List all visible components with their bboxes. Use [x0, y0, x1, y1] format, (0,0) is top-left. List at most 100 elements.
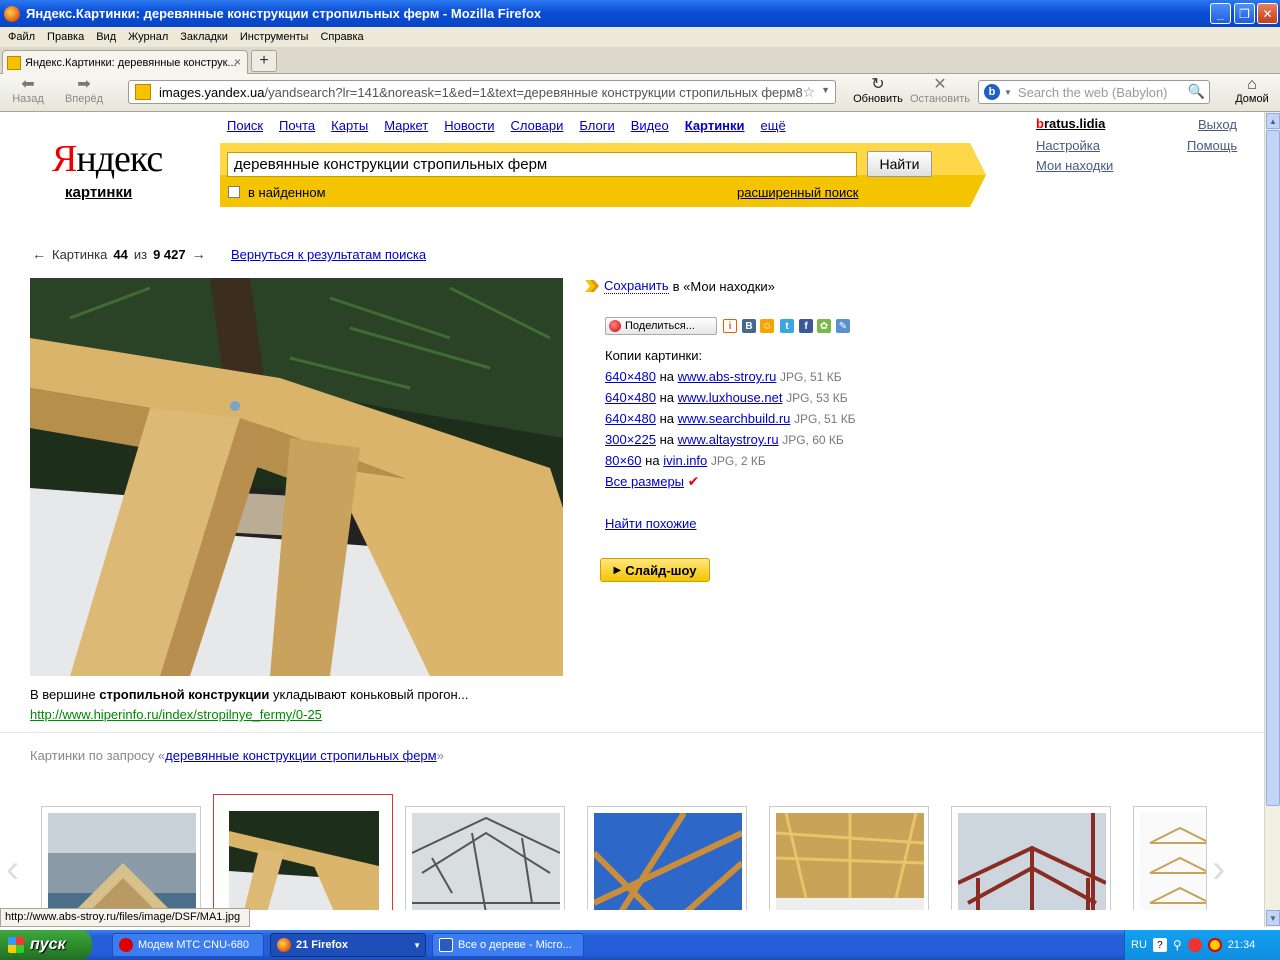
home-button[interactable]: ⌂ Домой [1226, 76, 1278, 105]
copy-site-link[interactable]: www.searchbuild.ru [678, 411, 791, 426]
service-video[interactable]: Видео [631, 118, 669, 133]
thumbs-prev-arrow[interactable]: ‹ [6, 847, 19, 892]
thumbnail[interactable] [405, 806, 565, 910]
service-dictionaries[interactable]: Словари [511, 118, 564, 133]
menu-view[interactable]: Вид [90, 31, 122, 43]
start-button[interactable]: пуск [0, 930, 92, 960]
twitter-icon[interactable]: t [780, 319, 794, 333]
thumbnail[interactable] [1133, 806, 1207, 910]
main-picture[interactable] [30, 278, 563, 676]
copy-site-link[interactable]: ivin.info [663, 453, 707, 468]
service-blogs[interactable]: Блоги [579, 118, 614, 133]
network-icon[interactable]: ⚲ [1173, 938, 1182, 952]
moi-mir-icon[interactable]: ☺ [760, 319, 774, 333]
forward-label: Вперёд [64, 93, 104, 105]
tray-app-icon[interactable] [1207, 938, 1222, 952]
close-button[interactable]: ✕ [1257, 3, 1278, 24]
yandex-logo[interactable]: Яндекс [52, 137, 163, 181]
vkontakte-icon[interactable]: В [742, 319, 756, 333]
all-sizes-link[interactable]: Все размеры [605, 474, 684, 489]
thumbnail[interactable] [587, 806, 747, 910]
word-icon [439, 938, 453, 952]
vertical-scrollbar[interactable]: ▲ ▼ [1264, 112, 1280, 927]
prev-picture-arrow[interactable]: ← [32, 246, 46, 262]
service-more[interactable]: ещё [761, 118, 786, 133]
thumbnail[interactable] [951, 806, 1111, 910]
back-button[interactable]: ⬅ Назад [2, 76, 54, 105]
copy-size-link[interactable]: 640×480 [605, 369, 656, 384]
find-button[interactable]: Найти [867, 151, 932, 177]
search-icon[interactable]: 🔍 [1188, 83, 1205, 100]
service-search[interactable]: Поиск [227, 118, 263, 133]
thumbnail-selected[interactable] [213, 794, 393, 910]
search-input[interactable]: деревянные конструкции стропильных ферм [227, 152, 857, 177]
stop-button[interactable]: ✕ Остановить [906, 76, 974, 105]
task-firefox[interactable]: 21 Firefox ▼ [270, 933, 426, 957]
url-dropdown-icon[interactable]: ▼ [821, 85, 830, 95]
task-label: Модем МТС CNU-680 [138, 939, 250, 951]
friendfeed-icon[interactable]: ✿ [817, 319, 831, 333]
menu-file[interactable]: Файл [2, 31, 41, 43]
scroll-down-icon[interactable]: ▼ [1266, 910, 1280, 926]
copy-size-link[interactable]: 80×60 [605, 453, 642, 468]
tab-close-icon[interactable]: × [234, 55, 241, 69]
images-service-link[interactable]: картинки [65, 184, 132, 201]
save-link[interactable]: Сохранить [604, 278, 669, 294]
service-maps[interactable]: Карты [331, 118, 368, 133]
copy-size-link[interactable]: 640×480 [605, 411, 656, 426]
logout-link[interactable]: Выход [1198, 117, 1237, 132]
advanced-search-link[interactable]: расширенный поиск [737, 185, 858, 200]
forward-button[interactable]: ➡ Вперёд [58, 76, 110, 105]
next-picture-arrow[interactable]: → [192, 246, 206, 262]
arrow-left-icon: ⬅ [21, 76, 35, 93]
slideshow-button[interactable]: ▶ Слайд-шоу [600, 558, 710, 582]
service-images[interactable]: Картинки [685, 118, 745, 133]
url-bar[interactable]: images.yandex.ua /yandsearch?lr=141&nore… [128, 80, 836, 104]
back-to-results-link[interactable]: Вернуться к результатам поиска [231, 247, 426, 262]
livejournal-icon[interactable]: ✎ [836, 319, 850, 333]
reload-button[interactable]: ↻ Обновить [850, 76, 906, 105]
copy-site-link[interactable]: www.altaystroy.ru [678, 432, 779, 447]
scroll-thumb[interactable] [1266, 130, 1280, 806]
related-query-link[interactable]: деревянные конструкции стропильных ферм [165, 748, 436, 763]
share-button[interactable]: Поделиться... [605, 317, 717, 335]
in-found-checkbox[interactable] [228, 186, 240, 198]
help-icon[interactable]: ? [1152, 938, 1167, 952]
related-query: Картинки по запросу «деревянные конструк… [30, 748, 444, 763]
find-similar-link[interactable]: Найти похожие [605, 516, 696, 531]
bookmark-star-icon[interactable]: ☆ [802, 84, 815, 101]
facebook-icon[interactable]: f [799, 319, 813, 333]
menu-edit[interactable]: Правка [41, 31, 90, 43]
service-market[interactable]: Маркет [384, 118, 428, 133]
web-search-box[interactable]: b ▼ Search the web (Babylon) 🔍 [978, 80, 1210, 104]
task-word[interactable]: Все о дереве - Micro... [432, 933, 584, 957]
copy-site-link[interactable]: www.luxhouse.net [678, 390, 783, 405]
menu-tools[interactable]: Инструменты [234, 31, 315, 43]
odnoklassniki-icon[interactable]: i [723, 319, 737, 333]
task-modem[interactable]: Модем МТС CNU-680 [112, 933, 264, 957]
settings-link[interactable]: Настройка [1036, 138, 1100, 153]
engine-dropdown-icon[interactable]: ▼ [1004, 88, 1012, 97]
maximize-button[interactable]: ❐ [1234, 3, 1255, 24]
service-mail[interactable]: Почта [279, 118, 315, 133]
source-url-link[interactable]: http://www.hiperinfo.ru/index/stropilnye… [30, 707, 322, 722]
menu-bookmarks[interactable]: Закладки [174, 31, 234, 43]
thumbs-next-arrow[interactable]: › [1212, 847, 1225, 892]
menu-history[interactable]: Журнал [122, 31, 174, 43]
opera-icon[interactable] [1187, 938, 1202, 952]
user-name-link[interactable]: bratus.lidia [1036, 116, 1105, 131]
copy-size-link[interactable]: 640×480 [605, 390, 656, 405]
copy-site-link[interactable]: www.abs-stroy.ru [678, 369, 777, 384]
service-news[interactable]: Новости [444, 118, 494, 133]
help-link[interactable]: Помощь [1187, 138, 1237, 153]
copy-size-link[interactable]: 300×225 [605, 432, 656, 447]
thumbnail[interactable] [769, 806, 929, 910]
tab-yandex-images[interactable]: Яндекс.Картинки: деревянные конструк... … [2, 50, 248, 74]
language-indicator[interactable]: RU [1131, 939, 1147, 951]
minimize-button[interactable]: _ [1210, 3, 1231, 24]
my-finds-link[interactable]: Мои находки [1036, 158, 1113, 173]
scroll-up-icon[interactable]: ▲ [1266, 113, 1280, 129]
new-tab-button[interactable]: + [251, 50, 277, 72]
menu-help[interactable]: Справка [314, 31, 369, 43]
thumbnail[interactable] [41, 806, 201, 910]
